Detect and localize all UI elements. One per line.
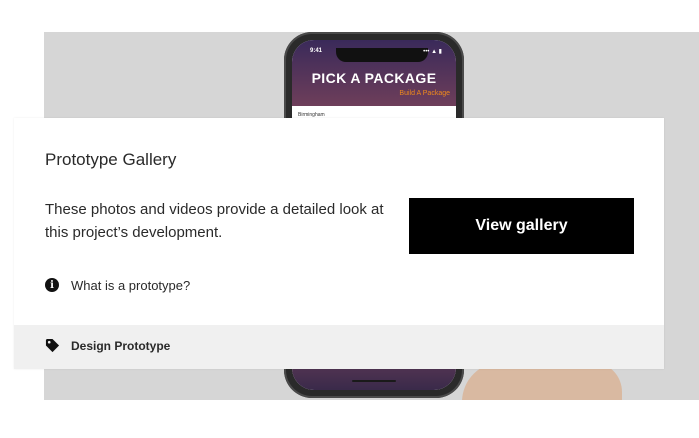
app-title: PICK A PACKAGE <box>311 70 437 86</box>
view-gallery-button[interactable]: View gallery <box>409 198 634 254</box>
what-is-prototype-link[interactable]: What is a prototype? <box>71 278 190 293</box>
phone-notch <box>336 48 428 62</box>
info-icon: i <box>45 278 59 292</box>
app-header: 9:41 ••• ▲ ▮ PICK A PACKAGE Build A Pack… <box>292 40 456 106</box>
card-description: These photos and videos provide a detail… <box>45 201 384 241</box>
status-icons: ••• ▲ ▮ <box>423 49 442 55</box>
card-title: Prototype Gallery <box>45 150 177 169</box>
app-subtitle: Build A Package <box>399 90 450 97</box>
info-row: i What is a prototype? <box>45 277 190 293</box>
card-footer: Design Prototype <box>14 325 664 369</box>
design-prototype-tag: Design Prototype <box>71 338 171 353</box>
prototype-gallery-card: Prototype Gallery These photos and video… <box>14 118 664 369</box>
tag-icon <box>45 338 60 353</box>
home-indicator <box>352 380 396 382</box>
tag-row: Design Prototype <box>45 338 170 353</box>
status-time: 9:41 <box>310 48 323 54</box>
